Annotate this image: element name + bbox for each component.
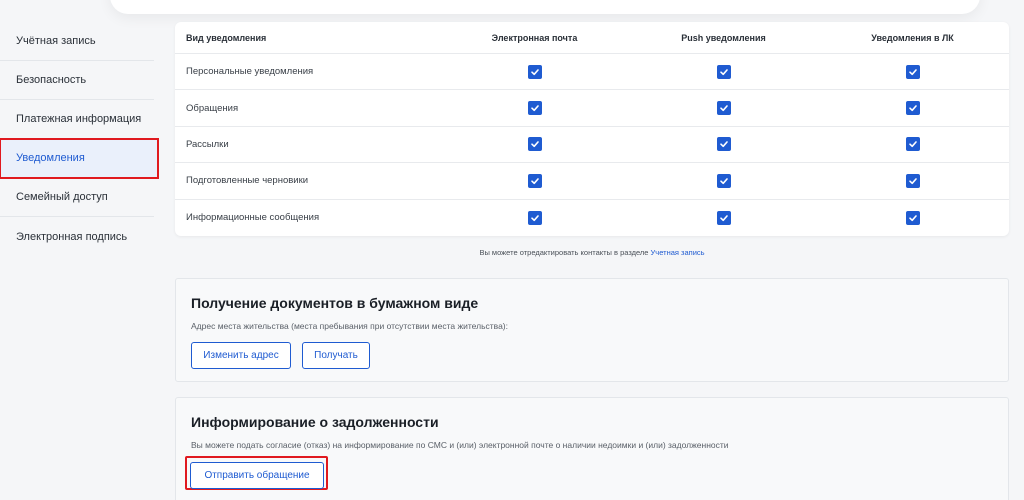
section-description: Адрес места жительства (места пребывания… [191, 321, 508, 331]
cell-lk [818, 137, 1007, 152]
check-icon [908, 176, 918, 186]
check-icon [530, 67, 540, 77]
row-label: Информационные сообщения [186, 212, 320, 224]
section-title: Получение документов в бумажном виде [191, 295, 479, 311]
sidebar-item-label: Безопасность [16, 74, 87, 86]
cell-push [629, 64, 818, 79]
check-icon [719, 139, 729, 149]
column-header-email: Электронная почта [491, 32, 578, 43]
push-checkbox[interactable] [716, 210, 731, 225]
push-checkbox[interactable] [716, 137, 731, 152]
table-row: Информационные сообщения [175, 200, 1009, 236]
cell-push [629, 137, 818, 152]
contacts-note-text: Вы можете отредактировать контакты в раз… [479, 248, 651, 257]
check-icon [530, 103, 540, 113]
cell-lk [818, 64, 1007, 79]
receive-button[interactable]: Получать [302, 342, 370, 369]
check-icon [719, 67, 729, 77]
lk-checkbox[interactable] [905, 64, 920, 79]
sidebar-item-label: Платежная информация [16, 113, 142, 125]
check-icon [530, 176, 540, 186]
sidebar-item-payment-info[interactable]: Платежная информация [0, 100, 154, 139]
check-icon [908, 213, 918, 223]
check-icon [719, 103, 729, 113]
sidebar-item-security[interactable]: Безопасность [0, 61, 154, 100]
sidebar-item-e-signature[interactable]: Электронная подпись [0, 217, 154, 256]
cell-email [440, 101, 629, 116]
change-address-button[interactable]: Изменить адрес [191, 342, 291, 369]
cell-push [629, 210, 818, 225]
push-checkbox[interactable] [716, 173, 731, 188]
sidebar-item-label: Электронная подпись [16, 230, 128, 243]
row-label: Рассылки [186, 138, 229, 150]
sidebar-item-label: Семейный доступ [16, 191, 108, 203]
check-icon [908, 67, 918, 77]
cell-push [629, 173, 818, 188]
sidebar-item-notifications[interactable]: Уведомления [0, 138, 159, 179]
section-title: Информирование о задолженности [191, 414, 439, 430]
contacts-note: Вы можете отредактировать контакты в раз… [175, 248, 1009, 257]
sidebar-item-label: Учётная запись [16, 35, 96, 47]
lk-checkbox[interactable] [905, 210, 920, 225]
email-checkbox[interactable] [527, 210, 542, 225]
table-row: Обращения [175, 90, 1009, 127]
check-icon [719, 176, 729, 186]
email-checkbox[interactable] [527, 101, 542, 116]
row-label: Обращения [186, 102, 239, 114]
column-header-lk: Уведомления в ЛК [871, 32, 954, 43]
column-header-type: Вид уведомления [186, 32, 267, 43]
table-row: Персональные уведомления [175, 54, 1009, 91]
row-label: Персональные уведомления [186, 66, 314, 78]
send-request-button[interactable]: Отправить обращение [190, 462, 324, 489]
check-icon [530, 213, 540, 223]
paper-documents-section: Получение документов в бумажном виде Адр… [175, 278, 1009, 382]
check-icon [530, 139, 540, 149]
column-header-push: Push уведомления [681, 32, 766, 43]
cell-email [440, 64, 629, 79]
account-link[interactable]: Учетная запись [651, 248, 705, 257]
email-checkbox[interactable] [527, 137, 542, 152]
table-row: Рассылки [175, 127, 1009, 164]
sidebar-item-family-access[interactable]: Семейный доступ [0, 178, 154, 217]
check-icon [908, 139, 918, 149]
push-checkbox[interactable] [716, 64, 731, 79]
lk-checkbox[interactable] [905, 173, 920, 188]
cell-lk [818, 101, 1007, 116]
table-row: Подготовленные черновики [175, 163, 1009, 200]
sidebar-item-label: Уведомления [16, 152, 85, 164]
email-checkbox[interactable] [527, 173, 542, 188]
section-description: Вы можете подать согласие (отказ) на инф… [191, 440, 729, 450]
row-label: Подготовленные черновики [186, 175, 309, 187]
cell-email [440, 173, 629, 188]
cell-push [629, 101, 818, 116]
cell-email [440, 210, 629, 225]
lk-checkbox[interactable] [905, 101, 920, 116]
header-shadow [110, 0, 980, 14]
check-icon [719, 213, 729, 223]
email-checkbox[interactable] [527, 64, 542, 79]
cell-email [440, 137, 629, 152]
debt-info-section: Информирование о задолженности Вы можете… [175, 397, 1009, 500]
push-checkbox[interactable] [716, 101, 731, 116]
notifications-table: Вид уведомления Электронная почта Push у… [175, 22, 1009, 236]
check-icon [908, 103, 918, 113]
sidebar-item-account[interactable]: Учётная запись [0, 22, 154, 61]
table-header-row: Вид уведомления Электронная почта Push у… [175, 22, 1009, 54]
lk-checkbox[interactable] [905, 137, 920, 152]
cell-lk [818, 173, 1007, 188]
settings-sidebar: Учётная запись Безопасность Платежная ин… [0, 22, 160, 256]
cell-lk [818, 210, 1007, 225]
